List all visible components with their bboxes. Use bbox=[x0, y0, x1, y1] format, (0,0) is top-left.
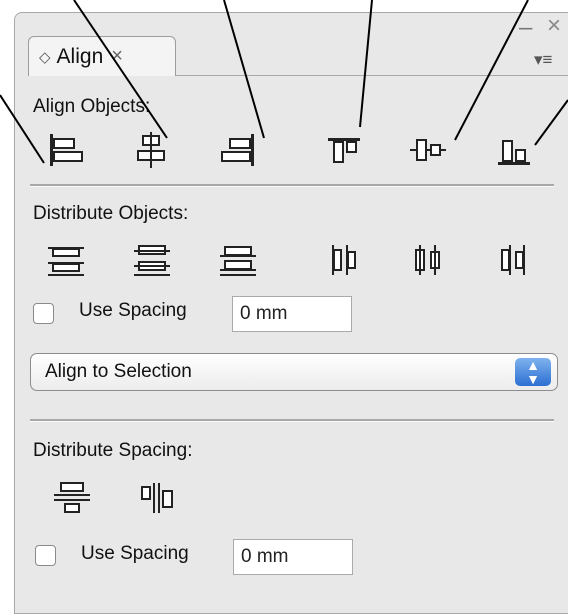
callout-line bbox=[454, 0, 529, 141]
callout-line bbox=[0, 94, 45, 164]
callout-line bbox=[359, 0, 373, 128]
callout-line bbox=[73, 0, 168, 139]
align-panel: – × ▾≡ ◇ Align × Align Objects: Distribu… bbox=[0, 0, 568, 614]
callout-line bbox=[223, 0, 265, 139]
callout-line bbox=[534, 99, 568, 146]
callout-lines bbox=[0, 0, 568, 164]
